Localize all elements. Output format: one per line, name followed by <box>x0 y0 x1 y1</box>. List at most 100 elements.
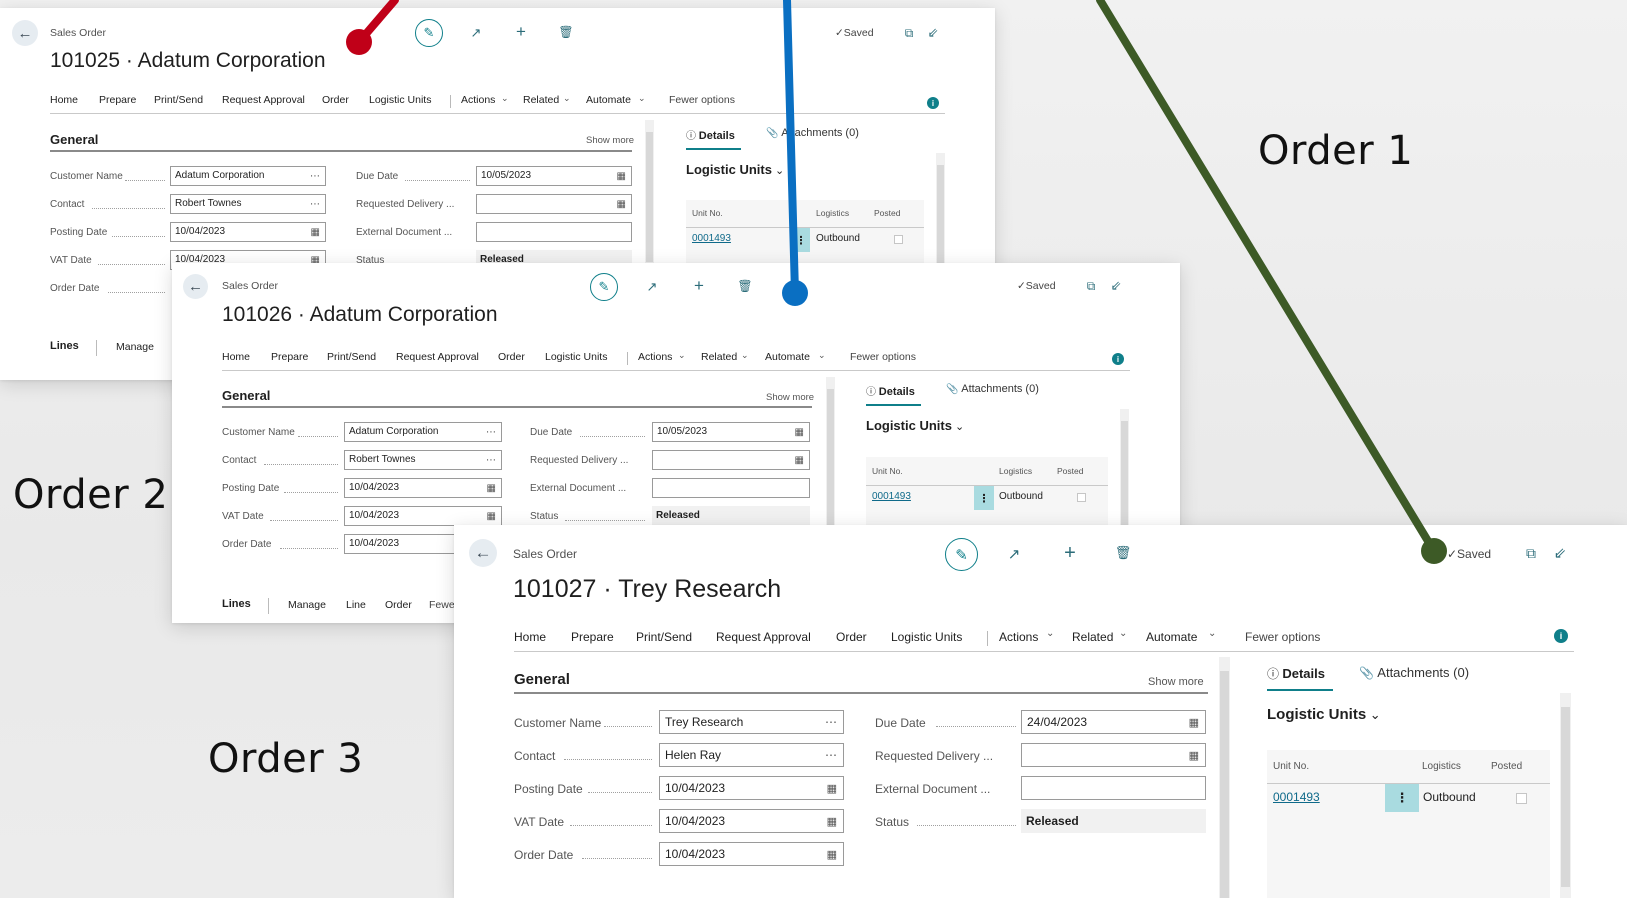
posting-date-field[interactable]: 10/04/2023 ▦ <box>659 776 844 800</box>
open-new-window-icon[interactable]: ⧉ <box>900 24 918 42</box>
show-more-link[interactable]: Show more <box>1148 676 1204 688</box>
tab-attachments[interactable]: 📎 Attachments (0) <box>946 383 1039 395</box>
back-arrow-icon[interactable]: ← <box>469 539 497 567</box>
vat-date-field[interactable]: 10/04/2023 ▦ <box>659 809 844 833</box>
customer-name-field[interactable]: Trey Research ⋯ <box>659 710 844 734</box>
menu-request-approval[interactable]: Request Approval <box>716 630 811 644</box>
edit-pencil-icon[interactable]: ✎ <box>590 273 618 301</box>
menu-request-approval[interactable]: Request Approval <box>396 351 479 363</box>
factbox-scroll-thumb[interactable] <box>1121 421 1128 531</box>
posted-checkbox[interactable] <box>894 235 903 244</box>
calendar-icon[interactable]: ▦ <box>617 167 626 185</box>
lookup-ellipsis-icon[interactable]: ⋯ <box>486 451 496 469</box>
show-more-link[interactable]: Show more <box>766 392 814 403</box>
info-icon[interactable]: i <box>1112 353 1124 365</box>
tab-attachments[interactable]: 📎 Attachments (0) <box>1359 665 1469 680</box>
collapse-icon[interactable]: ⇙ <box>1550 543 1570 563</box>
menu-print-send[interactable]: Print/Send <box>154 94 203 106</box>
general-scroll-thumb[interactable] <box>1220 671 1229 898</box>
menu-automate[interactable]: Automate <box>765 351 810 363</box>
posting-date-field[interactable]: 10/04/2023 ▦ <box>170 222 326 242</box>
tab-attachments[interactable]: 📎 Attachments (0) <box>766 127 859 139</box>
customer-name-field[interactable]: Adatum Corporation ⋯ <box>170 166 326 186</box>
collapse-icon[interactable]: ⇙ <box>1107 277 1125 295</box>
due-date-field[interactable]: 24/04/2023 ▦ <box>1021 710 1206 734</box>
edit-pencil-icon[interactable]: ✎ <box>415 19 443 47</box>
external-document-field[interactable] <box>1021 776 1206 800</box>
tab-details[interactable]: ⓘ Details <box>1267 665 1325 682</box>
unit-no-link[interactable]: 0001493 <box>872 491 911 502</box>
lookup-ellipsis-icon[interactable]: ⋯ <box>310 195 320 213</box>
calendar-icon[interactable]: ▦ <box>1189 744 1199 766</box>
external-document-field[interactable] <box>476 222 632 242</box>
calendar-icon[interactable]: ▦ <box>795 423 804 441</box>
menu-logistic-units[interactable]: Logistic Units <box>891 630 962 644</box>
open-new-window-icon[interactable]: ⧉ <box>1521 543 1541 563</box>
menu-fewer-options[interactable]: Fewer options <box>850 351 916 363</box>
contact-field[interactable]: Helen Ray ⋯ <box>659 743 844 767</box>
calendar-icon[interactable]: ▦ <box>1189 711 1199 733</box>
lookup-ellipsis-icon[interactable]: ⋯ <box>486 423 496 441</box>
back-arrow-icon[interactable]: ← <box>183 274 208 299</box>
menu-home[interactable]: Home <box>222 351 250 363</box>
menu-automate[interactable]: Automate <box>586 94 631 106</box>
menu-related[interactable]: Related <box>701 351 737 363</box>
posted-checkbox[interactable] <box>1516 793 1527 804</box>
menu-fewer-options[interactable]: Fewer options <box>669 94 735 106</box>
menu-related[interactable]: Related <box>1072 630 1113 644</box>
factbox-scroll-thumb[interactable] <box>1561 707 1570 887</box>
lines-fewer-options[interactable]: Fewe <box>429 599 455 611</box>
menu-logistic-units[interactable]: Logistic Units <box>545 351 607 363</box>
lines-line[interactable]: Line <box>346 599 366 611</box>
requested-delivery-field[interactable]: ▦ <box>476 194 632 214</box>
plus-icon[interactable]: + <box>689 276 709 296</box>
lines-manage[interactable]: Manage <box>288 599 326 611</box>
menu-print-send[interactable]: Print/Send <box>636 630 692 644</box>
lines-order[interactable]: Order <box>385 599 412 611</box>
calendar-icon[interactable]: ▦ <box>617 195 626 213</box>
posting-date-field[interactable]: 10/04/2023 ▦ <box>344 478 502 498</box>
menu-request-approval[interactable]: Request Approval <box>222 94 305 106</box>
menu-home[interactable]: Home <box>514 630 546 644</box>
menu-order[interactable]: Order <box>322 94 349 106</box>
calendar-icon[interactable]: ▦ <box>827 843 837 865</box>
factbox-scroll-thumb[interactable] <box>937 165 944 275</box>
back-arrow-icon[interactable]: ← <box>12 20 38 46</box>
lines-manage[interactable]: Manage <box>116 341 154 353</box>
logistic-units-title[interactable]: Logistic Units ⌄ <box>1267 706 1381 723</box>
row-menu-button[interactable]: ⋮ <box>1385 784 1419 812</box>
calendar-icon[interactable]: ▦ <box>795 451 804 469</box>
delete-trash-icon[interactable]: 🗑 <box>1112 542 1134 564</box>
logistic-units-title[interactable]: Logistic Units ⌄ <box>866 418 964 433</box>
vat-date-field[interactable]: 10/04/2023 ▦ <box>344 506 502 526</box>
menu-actions[interactable]: Actions <box>638 351 672 363</box>
row-menu-button[interactable]: ⋮ <box>792 228 810 252</box>
menu-prepare[interactable]: Prepare <box>99 94 136 106</box>
requested-delivery-field[interactable]: ▦ <box>652 450 810 470</box>
delete-trash-icon[interactable]: 🗑 <box>735 276 755 296</box>
posted-checkbox[interactable] <box>1077 493 1086 502</box>
menu-order[interactable]: Order <box>836 630 867 644</box>
lookup-ellipsis-icon[interactable]: ⋯ <box>310 167 320 185</box>
menu-fewer-options[interactable]: Fewer options <box>1245 630 1320 644</box>
open-new-window-icon[interactable]: ⧉ <box>1082 277 1100 295</box>
menu-related[interactable]: Related <box>523 94 559 106</box>
delete-trash-icon[interactable]: 🗑 <box>556 22 576 42</box>
external-document-field[interactable] <box>652 478 810 498</box>
plus-icon[interactable]: + <box>1059 542 1081 564</box>
menu-actions[interactable]: Actions <box>999 630 1038 644</box>
calendar-icon[interactable]: ▦ <box>827 777 837 799</box>
general-scroll-thumb[interactable] <box>646 132 653 262</box>
calendar-icon[interactable]: ▦ <box>311 223 320 241</box>
contact-field[interactable]: Robert Townes ⋯ <box>170 194 326 214</box>
row-menu-button[interactable]: ⋮ <box>974 486 994 510</box>
info-icon[interactable]: i <box>1554 629 1568 643</box>
menu-order[interactable]: Order <box>498 351 525 363</box>
due-date-field[interactable]: 10/05/2023 ▦ <box>476 166 632 186</box>
plus-icon[interactable]: + <box>511 22 531 42</box>
menu-automate[interactable]: Automate <box>1146 630 1197 644</box>
lookup-ellipsis-icon[interactable]: ⋯ <box>825 744 837 766</box>
menu-logistic-units[interactable]: Logistic Units <box>369 94 431 106</box>
menu-prepare[interactable]: Prepare <box>271 351 308 363</box>
customer-name-field[interactable]: Adatum Corporation ⋯ <box>344 422 502 442</box>
